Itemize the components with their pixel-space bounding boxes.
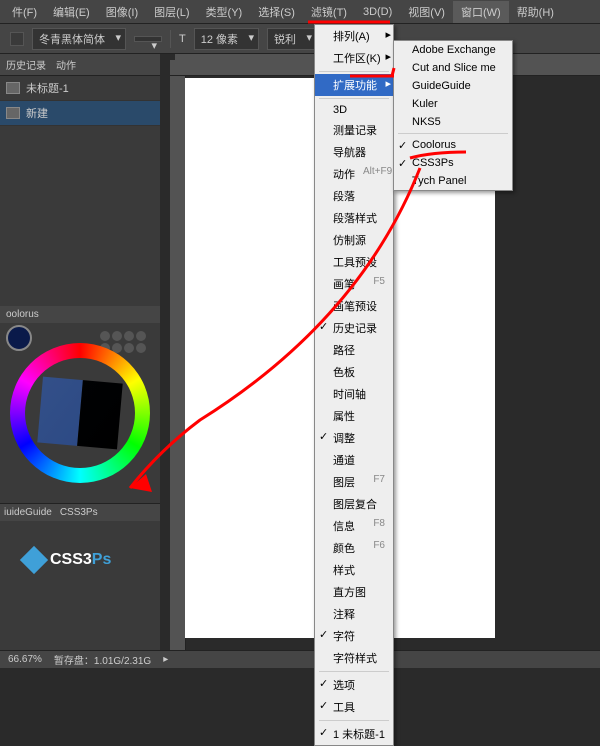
menu-item[interactable]: ✓1 未标题-1 — [315, 723, 393, 745]
status-bar: 66.67% 暂存盘：1.01G/2.31G ▸ — [0, 650, 600, 668]
menu-item[interactable]: 样式 — [315, 559, 393, 581]
new-icon — [6, 107, 20, 119]
menu-类型(Y)[interactable]: 类型(Y) — [198, 1, 251, 23]
foreground-swatch[interactable] — [6, 325, 32, 351]
menu-item[interactable]: 排列(A)▸ — [315, 25, 393, 47]
tab-history[interactable]: 历史记录 — [6, 57, 46, 72]
tab-guideguide[interactable]: iuideGuide — [4, 507, 52, 518]
sat-val-triangle[interactable] — [37, 377, 122, 450]
menu-item[interactable]: 路径 — [315, 339, 393, 361]
submenu-item[interactable]: NKS5 — [394, 113, 512, 131]
menu-3D(D)[interactable]: 3D(D) — [355, 3, 400, 21]
menu-item[interactable]: 信息F8 — [315, 515, 393, 537]
menu-item[interactable]: ✓选项 — [315, 674, 393, 696]
menu-item[interactable]: 工作区(K)▸ — [315, 47, 393, 69]
menu-图像(I)[interactable]: 图像(I) — [98, 1, 146, 23]
menu-视图(V)[interactable]: 视图(V) — [400, 1, 453, 23]
separator — [398, 133, 508, 134]
menu-item[interactable]: ✓工具 — [315, 696, 393, 718]
menu-item[interactable]: 工具预设 — [315, 251, 393, 273]
menu-item[interactable]: 注释 — [315, 603, 393, 625]
submenu-item[interactable]: ✓Coolorus — [394, 136, 512, 154]
separator — [319, 98, 389, 99]
submenu-item[interactable]: Kuler — [394, 95, 512, 113]
history-item[interactable]: 未标题-1 — [0, 76, 160, 101]
coolorus-tab[interactable]: oolorus — [0, 306, 160, 323]
menu-item[interactable]: 颜色F6 — [315, 537, 393, 559]
hue-wheel[interactable] — [10, 343, 150, 483]
scratch-disk-info: 暂存盘：1.01G/2.31G — [54, 652, 151, 667]
menu-item[interactable]: ✓调整 — [315, 427, 393, 449]
menu-件(F)[interactable]: 件(F) — [4, 1, 45, 23]
zoom-level[interactable]: 66.67% — [8, 654, 42, 665]
menu-item[interactable]: 时间轴 — [315, 383, 393, 405]
menu-item[interactable]: ✓历史记录 — [315, 317, 393, 339]
divider — [170, 30, 171, 48]
submenu-item[interactable]: ✓CSS3Ps — [394, 154, 512, 172]
menu-item[interactable]: 测量记录 — [315, 119, 393, 141]
css3ps-logo: CSS3Ps — [24, 550, 111, 570]
extensions-submenu[interactable]: Adobe ExchangeCut and Slice meGuideGuide… — [393, 40, 513, 191]
coolorus-panel: oolorus iuideGuide CSS3Ps CSS3Ps — [0, 306, 160, 521]
menu-item[interactable]: 通道 — [315, 449, 393, 471]
menu-item[interactable]: 段落样式 — [315, 207, 393, 229]
tab-actions[interactable]: 动作 — [56, 57, 76, 72]
menu-编辑(E)[interactable]: 编辑(E) — [45, 1, 98, 23]
menu-item[interactable]: 扩展功能▸ — [315, 74, 393, 96]
history-panel-tabs: 历史记录 动作 — [0, 54, 160, 76]
submenu-item[interactable]: GuideGuide — [394, 77, 512, 95]
menu-帮助(H)[interactable]: 帮助(H) — [509, 1, 562, 23]
menu-窗口(W)[interactable]: 窗口(W) — [453, 1, 509, 23]
separator — [319, 720, 389, 721]
menu-item[interactable]: 属性 — [315, 405, 393, 427]
text-tool-icon[interactable] — [10, 32, 24, 46]
menu-item[interactable]: 动作Alt+F9 — [315, 163, 393, 185]
color-wheel-area — [0, 323, 160, 503]
font-size-label: T — [179, 33, 186, 45]
menu-item[interactable]: 色板 — [315, 361, 393, 383]
separator — [319, 671, 389, 672]
menu-item[interactable]: 3D — [315, 101, 393, 119]
submenu-item[interactable]: Cut and Slice me — [394, 59, 512, 77]
window-menu-dropdown[interactable]: 排列(A)▸工作区(K)▸ 扩展功能▸ 3D测量记录导航器动作Alt+F9段落段落样… — [314, 24, 394, 746]
menu-选择(S)[interactable]: 选择(S) — [250, 1, 303, 23]
separator — [319, 71, 389, 72]
tab-css3ps[interactable]: CSS3Ps — [60, 507, 98, 518]
submenu-item[interactable]: Tych Panel — [394, 172, 512, 190]
menu-图层(L)[interactable]: 图层(L) — [146, 1, 197, 23]
cube-icon — [20, 546, 48, 574]
menu-item[interactable]: 画笔F5 — [315, 273, 393, 295]
menu-item[interactable]: 直方图 — [315, 581, 393, 603]
menu-item[interactable]: 仿制源 — [315, 229, 393, 251]
history-list: 未标题-1 新建 — [0, 76, 160, 126]
menu-item[interactable]: 字符样式 — [315, 647, 393, 669]
menu-item[interactable]: 段落 — [315, 185, 393, 207]
ruler-vertical — [170, 76, 186, 650]
menu-item[interactable]: ✓字符 — [315, 625, 393, 647]
menubar: 件(F)编辑(E)图像(I)图层(L)类型(Y)选择(S)滤镜(T)3D(D)视… — [0, 0, 600, 24]
menu-item[interactable]: 图层复合 — [315, 493, 393, 515]
menu-item[interactable]: 图层F7 — [315, 471, 393, 493]
submenu-item[interactable]: Adobe Exchange — [394, 41, 512, 59]
left-panel-column: 历史记录 动作 未标题-1 新建 oolorus iuideGuide CSS3… — [0, 54, 160, 650]
history-item[interactable]: 新建 — [0, 101, 160, 126]
chevron-right-icon[interactable]: ▸ — [163, 654, 168, 665]
font-style-select[interactable] — [134, 36, 162, 42]
antialias-select[interactable]: 锐利 — [267, 28, 317, 50]
font-size-select[interactable]: 12 像素 — [194, 28, 259, 50]
menu-item[interactable]: 导航器 — [315, 141, 393, 163]
document-icon — [6, 82, 20, 94]
font-family-select[interactable]: 冬青黑体简体 — [32, 28, 126, 50]
bottom-panel-tabs: iuideGuide CSS3Ps — [0, 503, 160, 521]
menu-item[interactable]: 画笔预设 — [315, 295, 393, 317]
menu-滤镜(T)[interactable]: 滤镜(T) — [303, 1, 355, 23]
